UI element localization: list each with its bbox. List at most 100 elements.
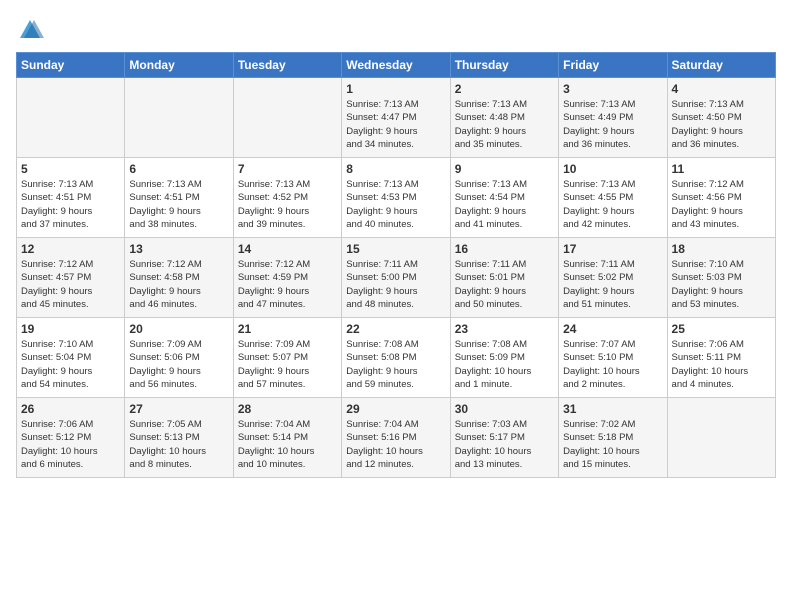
day-info: Sunrise: 7:13 AM Sunset: 4:55 PM Dayligh…: [563, 178, 662, 231]
header-row: SundayMondayTuesdayWednesdayThursdayFrid…: [17, 53, 776, 78]
day-info: Sunrise: 7:13 AM Sunset: 4:54 PM Dayligh…: [455, 178, 554, 231]
calendar-week: 19 Sunrise: 7:10 AM Sunset: 5:04 PM Dayli…: [17, 318, 776, 398]
day-number: 8: [346, 162, 445, 176]
calendar-cell: 31 Sunrise: 7:02 AM Sunset: 5:18 PM Dayli…: [559, 398, 667, 478]
day-number: 19: [21, 322, 120, 336]
day-number: 5: [21, 162, 120, 176]
calendar-table: SundayMondayTuesdayWednesdayThursdayFrid…: [16, 52, 776, 478]
calendar-cell: 28Sunrise: 7:04 AM Sunset: 5:14 PM Dayli…: [233, 398, 341, 478]
day-number: 14: [238, 242, 337, 256]
day-number: 21: [238, 322, 337, 336]
day-number: 9: [455, 162, 554, 176]
calendar-cell: 14 Sunrise: 7:12 AM Sunset: 4:59 PM Dayli…: [233, 238, 341, 318]
header-day: Wednesday: [342, 53, 450, 78]
day-info: Sunrise: 7:12 AM Sunset: 4:58 PM Dayligh…: [129, 258, 228, 311]
calendar-cell: 27Sunrise: 7:05 AM Sunset: 5:13 PM Dayli…: [125, 398, 233, 478]
calendar-cell: 21 Sunrise: 7:09 AM Sunset: 5:07 PM Dayli…: [233, 318, 341, 398]
day-number: 12: [21, 242, 120, 256]
calendar-cell: 2Sunrise: 7:13 AM Sunset: 4:48 PM Daylig…: [450, 78, 558, 158]
day-number: 17: [563, 242, 662, 256]
day-info: Sunrise: 7:12 AM Sunset: 4:56 PM Dayligh…: [672, 178, 771, 231]
calendar-week: 5 Sunrise: 7:13 AM Sunset: 4:51 PM Daylig…: [17, 158, 776, 238]
calendar-week: 1 Sunrise: 7:13 AM Sunset: 4:47 PM Daylig…: [17, 78, 776, 158]
day-number: 22: [346, 322, 445, 336]
day-number: 23: [455, 322, 554, 336]
day-info: Sunrise: 7:13 AM Sunset: 4:49 PM Dayligh…: [563, 98, 662, 151]
day-info: Sunrise: 7:13 AM Sunset: 4:53 PM Dayligh…: [346, 178, 445, 231]
calendar-cell: 1 Sunrise: 7:13 AM Sunset: 4:47 PM Daylig…: [342, 78, 450, 158]
calendar-cell: 12 Sunrise: 7:12 AM Sunset: 4:57 PM Dayli…: [17, 238, 125, 318]
day-info: Sunrise: 7:06 AM Sunset: 5:12 PM Dayligh…: [21, 418, 120, 471]
calendar-cell: 24Sunrise: 7:07 AM Sunset: 5:10 PM Dayli…: [559, 318, 667, 398]
day-number: 27: [129, 402, 228, 416]
calendar-cell: [125, 78, 233, 158]
day-info: Sunrise: 7:13 AM Sunset: 4:47 PM Dayligh…: [346, 98, 445, 151]
calendar-cell: 8 Sunrise: 7:13 AM Sunset: 4:53 PM Daylig…: [342, 158, 450, 238]
logo: [16, 16, 776, 44]
day-number: 13: [129, 242, 228, 256]
calendar-cell: 20 Sunrise: 7:09 AM Sunset: 5:06 PM Dayli…: [125, 318, 233, 398]
day-number: 31: [563, 402, 662, 416]
day-number: 7: [238, 162, 337, 176]
day-number: 16: [455, 242, 554, 256]
day-info: Sunrise: 7:12 AM Sunset: 4:59 PM Dayligh…: [238, 258, 337, 311]
day-info: Sunrise: 7:09 AM Sunset: 5:06 PM Dayligh…: [129, 338, 228, 391]
calendar-cell: 18Sunrise: 7:10 AM Sunset: 5:03 PM Dayli…: [667, 238, 775, 318]
day-info: Sunrise: 7:06 AM Sunset: 5:11 PM Dayligh…: [672, 338, 771, 391]
header-day: Friday: [559, 53, 667, 78]
header-day: Thursday: [450, 53, 558, 78]
calendar-cell: 5 Sunrise: 7:13 AM Sunset: 4:51 PM Daylig…: [17, 158, 125, 238]
day-number: 24: [563, 322, 662, 336]
calendar-cell: 9 Sunrise: 7:13 AM Sunset: 4:54 PM Daylig…: [450, 158, 558, 238]
calendar-cell: 13 Sunrise: 7:12 AM Sunset: 4:58 PM Dayli…: [125, 238, 233, 318]
day-number: 10: [563, 162, 662, 176]
calendar-header: SundayMondayTuesdayWednesdayThursdayFrid…: [17, 53, 776, 78]
header-day: Saturday: [667, 53, 775, 78]
day-info: Sunrise: 7:04 AM Sunset: 5:16 PM Dayligh…: [346, 418, 445, 471]
header-day: Tuesday: [233, 53, 341, 78]
day-info: Sunrise: 7:08 AM Sunset: 5:09 PM Dayligh…: [455, 338, 554, 391]
day-info: Sunrise: 7:11 AM Sunset: 5:00 PM Dayligh…: [346, 258, 445, 311]
calendar-cell: 7Sunrise: 7:13 AM Sunset: 4:52 PM Daylig…: [233, 158, 341, 238]
day-info: Sunrise: 7:13 AM Sunset: 4:50 PM Dayligh…: [672, 98, 771, 151]
day-info: Sunrise: 7:11 AM Sunset: 5:02 PM Dayligh…: [563, 258, 662, 311]
day-number: 25: [672, 322, 771, 336]
calendar-cell: 19 Sunrise: 7:10 AM Sunset: 5:04 PM Dayli…: [17, 318, 125, 398]
calendar-cell: [17, 78, 125, 158]
day-info: Sunrise: 7:03 AM Sunset: 5:17 PM Dayligh…: [455, 418, 554, 471]
calendar-cell: 3 Sunrise: 7:13 AM Sunset: 4:49 PM Daylig…: [559, 78, 667, 158]
day-number: 15: [346, 242, 445, 256]
calendar-cell: 23 Sunrise: 7:08 AM Sunset: 5:09 PM Dayli…: [450, 318, 558, 398]
day-number: 30: [455, 402, 554, 416]
calendar-cell: 11 Sunrise: 7:12 AM Sunset: 4:56 PM Dayli…: [667, 158, 775, 238]
day-info: Sunrise: 7:12 AM Sunset: 4:57 PM Dayligh…: [21, 258, 120, 311]
day-number: 18: [672, 242, 771, 256]
calendar-cell: 6Sunrise: 7:13 AM Sunset: 4:51 PM Daylig…: [125, 158, 233, 238]
day-info: Sunrise: 7:04 AM Sunset: 5:14 PM Dayligh…: [238, 418, 337, 471]
day-info: Sunrise: 7:09 AM Sunset: 5:07 PM Dayligh…: [238, 338, 337, 391]
day-number: 6: [129, 162, 228, 176]
day-number: 3: [563, 82, 662, 96]
calendar-cell: [233, 78, 341, 158]
day-info: Sunrise: 7:02 AM Sunset: 5:18 PM Dayligh…: [563, 418, 662, 471]
day-number: 11: [672, 162, 771, 176]
header-day: Sunday: [17, 53, 125, 78]
calendar-cell: 22Sunrise: 7:08 AM Sunset: 5:08 PM Dayli…: [342, 318, 450, 398]
calendar-cell: 30 Sunrise: 7:03 AM Sunset: 5:17 PM Dayli…: [450, 398, 558, 478]
calendar-body: 1 Sunrise: 7:13 AM Sunset: 4:47 PM Daylig…: [17, 78, 776, 478]
day-info: Sunrise: 7:10 AM Sunset: 5:04 PM Dayligh…: [21, 338, 120, 391]
day-number: 4: [672, 82, 771, 96]
calendar-cell: 10 Sunrise: 7:13 AM Sunset: 4:55 PM Dayli…: [559, 158, 667, 238]
day-info: Sunrise: 7:11 AM Sunset: 5:01 PM Dayligh…: [455, 258, 554, 311]
calendar-cell: 26 Sunrise: 7:06 AM Sunset: 5:12 PM Dayli…: [17, 398, 125, 478]
day-info: Sunrise: 7:13 AM Sunset: 4:48 PM Dayligh…: [455, 98, 554, 151]
calendar-week: 26 Sunrise: 7:06 AM Sunset: 5:12 PM Dayli…: [17, 398, 776, 478]
day-number: 1: [346, 82, 445, 96]
day-number: 29: [346, 402, 445, 416]
day-number: 26: [21, 402, 120, 416]
calendar-cell: 25 Sunrise: 7:06 AM Sunset: 5:11 PM Dayli…: [667, 318, 775, 398]
day-info: Sunrise: 7:13 AM Sunset: 4:51 PM Dayligh…: [21, 178, 120, 231]
day-number: 20: [129, 322, 228, 336]
calendar-cell: 17 Sunrise: 7:11 AM Sunset: 5:02 PM Dayli…: [559, 238, 667, 318]
calendar-cell: 29 Sunrise: 7:04 AM Sunset: 5:16 PM Dayli…: [342, 398, 450, 478]
